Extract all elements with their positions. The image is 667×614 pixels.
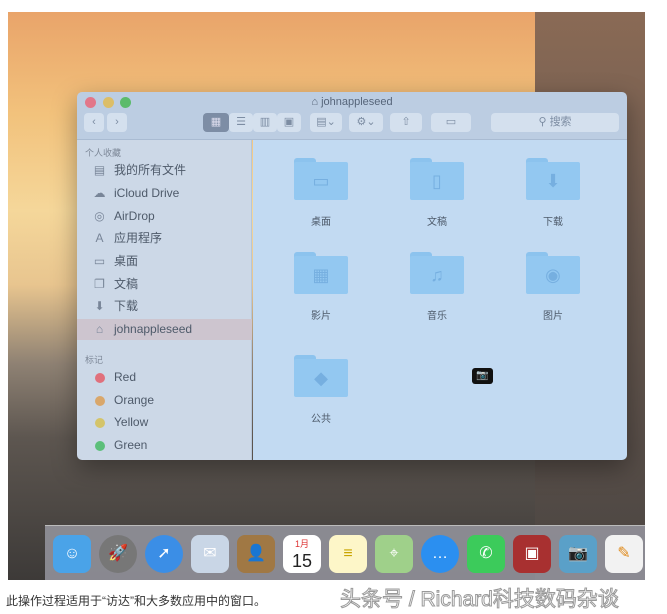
sidebar-item-desktop[interactable]: ▭ 桌面 (77, 251, 252, 272)
action-gear-button[interactable]: ⚙⌄ (349, 113, 383, 132)
folder-icon: ◉ (526, 252, 580, 294)
icon-view-button[interactable]: ▦ (203, 113, 229, 132)
finder-window: ⌂ johnappleseed ‹ › ▦ ☰ ▥ ▣ ▤⌄ ⚙⌄ ⇧ ▭ ⚲ … (77, 92, 627, 460)
watermark: 头条号 / Richard科技数码杂谈 (340, 588, 620, 612)
cloud-icon: ☁ (93, 186, 106, 200)
caption: 此操作过程适用于“访达”和大多数应用中的窗口。 (6, 594, 266, 608)
folder-icon: ♫ (410, 252, 464, 294)
folder-item[interactable]: ⬇ 下载 (513, 158, 593, 228)
column-view-button[interactable]: ▥ (253, 113, 277, 132)
folder-label: 音乐 (427, 311, 447, 322)
sidebar-item-icloud[interactable]: ☁ iCloud Drive (77, 183, 252, 204)
back-button[interactable]: ‹ (84, 113, 104, 132)
sidebar-item-applications[interactable]: A 应用程序 (77, 228, 252, 249)
finder-app-icon[interactable]: ☺ (53, 535, 91, 573)
coverflow-view-button[interactable]: ▣ (277, 113, 301, 132)
home-icon: ⌂ (95, 322, 104, 336)
folder-label: 下载 (543, 217, 563, 228)
green-tag-dot (95, 441, 105, 451)
sidebar-item-all-files[interactable]: ▤ 我的所有文件 (77, 160, 252, 181)
sidebar-tag-red[interactable]: Red (77, 367, 252, 388)
applications-icon: A (95, 231, 104, 245)
search-icon: ⚲ (538, 116, 550, 128)
safari-app-icon[interactable]: ➚ (145, 535, 183, 573)
documents-icon: ❐ (94, 277, 105, 291)
sidebar-item-label: 下载 (114, 299, 139, 313)
sidebar-item-label: AirDrop (114, 209, 155, 223)
tags-header: 标记 (85, 355, 104, 365)
desktop-background: ⌂ johnappleseed ‹ › ▦ ☰ ▥ ▣ ▤⌄ ⚙⌄ ⇧ ▭ ⚲ … (8, 12, 645, 580)
pages-app-icon[interactable]: ✎ (605, 535, 643, 573)
tag-label: Orange (114, 393, 155, 407)
folder-icon: ⬇ (526, 158, 580, 200)
list-view-button[interactable]: ☰ (229, 113, 253, 132)
dock: ☺ 🚀 ➚ ✉ 👤 1月 15 ≡ ⌖ … ✆ ▣ 📷 ✎ (45, 525, 645, 580)
tag-button[interactable]: ▭ (431, 113, 471, 132)
folder-icon: ◆ (294, 355, 348, 397)
calendar-day: 15 (291, 551, 313, 571)
maps-app-icon[interactable]: ⌖ (375, 535, 413, 573)
search-placeholder: 搜索 (549, 116, 572, 128)
toolbar: ⌂ johnappleseed ‹ › ▦ ☰ ▥ ▣ ▤⌄ ⚙⌄ ⇧ ▭ ⚲ … (77, 92, 627, 140)
file-browser: ▭ 桌面 ▯ 文稿 ⬇ 下载 ▦ 影片 ♫ 音乐 ◉ 图片 ◆ 公共 (253, 140, 627, 460)
folder-item[interactable]: ◆ 公共 (281, 355, 361, 425)
red-tag-dot (95, 373, 105, 383)
calendar-month: 1月 (294, 539, 309, 549)
folder-label: 公共 (311, 414, 331, 425)
folder-icon: ▭ (294, 158, 348, 200)
sidebar-tag-orange[interactable]: Orange (77, 390, 252, 411)
folder-label: 文稿 (427, 217, 447, 228)
desktop-icon: ▭ (93, 254, 106, 268)
sidebar-item-label: 桌面 (114, 254, 139, 268)
sidebar-item-downloads[interactable]: ⬇ 下载 (77, 296, 252, 317)
sidebar-item-documents[interactable]: ❐ 文稿 (77, 274, 252, 295)
facetime-app-icon[interactable]: ✆ (467, 535, 505, 573)
folder-item[interactable]: ▭ 桌面 (281, 158, 361, 228)
iphoto-app-icon[interactable]: 📷 (559, 535, 597, 573)
messages-app-icon[interactable]: … (421, 535, 459, 573)
search-input[interactable]: ⚲ 搜索 (491, 113, 619, 132)
download-icon: ⬇ (94, 299, 105, 313)
notes-app-icon[interactable]: ≡ (329, 535, 367, 573)
forward-button[interactable]: › (107, 113, 127, 132)
contacts-app-icon[interactable]: 👤 (237, 535, 275, 573)
folder-icon: ▯ (410, 158, 464, 200)
sidebar-item-label: 应用程序 (114, 231, 163, 245)
sidebar-item-label: iCloud Drive (114, 186, 180, 200)
calendar-app-icon[interactable]: 1月 15 (283, 535, 321, 573)
tag-label: Green (114, 438, 148, 452)
share-button[interactable]: ⇧ (390, 113, 422, 132)
folder-label: 影片 (311, 311, 331, 322)
photo-booth-app-icon[interactable]: ▣ (513, 535, 551, 573)
favorites-header: 个人收藏 (85, 148, 122, 158)
sidebar-item-label: johnappleseed (114, 322, 193, 336)
tag-label: Yellow (114, 415, 149, 429)
sidebar-item-home[interactable]: ⌂ johnappleseed (77, 319, 252, 340)
sidebar-tag-yellow[interactable]: Yellow (77, 412, 252, 433)
launchpad-app-icon[interactable]: 🚀 (99, 535, 137, 573)
mail-app-icon[interactable]: ✉ (191, 535, 229, 573)
all-files-icon: ▤ (93, 163, 106, 177)
home-icon: ⌂ (311, 96, 322, 108)
folder-item[interactable]: ◉ 图片 (513, 252, 593, 322)
tag-label: Red (114, 370, 137, 384)
orange-tag-dot (95, 396, 105, 406)
title-text: johnappleseed (321, 96, 393, 108)
folder-label: 桌面 (311, 217, 331, 228)
sidebar-item-airdrop[interactable]: ◎ AirDrop (77, 206, 252, 227)
folder-item[interactable]: ▯ 文稿 (397, 158, 477, 228)
folder-icon: ▦ (294, 252, 348, 294)
folder-label: 图片 (543, 311, 563, 322)
sidebar-tag-green[interactable]: Green (77, 435, 252, 456)
airdrop-icon: ◎ (94, 209, 105, 223)
window-title: ⌂ johnappleseed (77, 96, 627, 108)
sidebar-item-label: 我的所有文件 (114, 163, 187, 177)
folder-item[interactable]: ▦ 影片 (281, 252, 361, 322)
arrange-button[interactable]: ▤⌄ (310, 113, 342, 132)
sidebar: 个人收藏 ▤ 我的所有文件 ☁ iCloud Drive ◎ AirDrop A 应用程… (77, 140, 252, 460)
folder-item[interactable]: ♫ 音乐 (397, 252, 477, 322)
yellow-tag-dot (95, 418, 105, 428)
sidebar-item-label: 文稿 (114, 277, 139, 291)
screenshot-camera-cursor-icon: 📷 (472, 368, 493, 384)
